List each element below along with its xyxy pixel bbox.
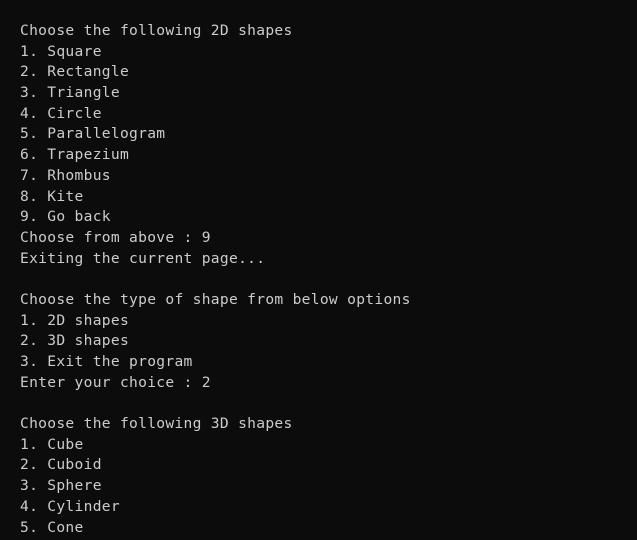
output-line: 3. Exit the program bbox=[20, 353, 193, 370]
output-line: 5. Cone bbox=[20, 518, 84, 536]
output-line: 6. Trapezium bbox=[20, 146, 130, 164]
input-prompt-line: Enter your choice : 2 bbox=[20, 373, 211, 391]
output-line: Exiting the current page... bbox=[20, 249, 266, 267]
input-prompt-line: Choose from above : 9 bbox=[20, 228, 211, 246]
output-line: 5. Parallelogram bbox=[20, 125, 166, 143]
output-line: 4. Cylinder bbox=[20, 497, 120, 515]
output-line: Choose the type of shape from below opti… bbox=[20, 290, 411, 308]
output-line: 9. Go back bbox=[20, 208, 111, 226]
output-line: Choose the following 2D shapes bbox=[20, 22, 293, 39]
output-line: 1. Square bbox=[20, 42, 102, 60]
output-line: 7. Rhombus bbox=[20, 166, 111, 184]
output-line: 4. Circle bbox=[20, 104, 102, 122]
output-line: 3. Triangle bbox=[20, 84, 120, 102]
output-line: 2. 3D shapes bbox=[20, 332, 130, 350]
output-line: Choose the following 3D shapes bbox=[20, 415, 293, 433]
output-line: 2. Cuboid bbox=[20, 456, 102, 474]
output-line: 3. Sphere bbox=[20, 477, 102, 495]
console-output: Choose the following 2D shapes 1. Square… bbox=[0, 0, 637, 540]
output-line: 8. Kite bbox=[20, 187, 84, 205]
output-line: 2. Rectangle bbox=[20, 63, 130, 81]
output-line: 1. Cube bbox=[20, 435, 84, 453]
output-line: 1. 2D shapes bbox=[20, 311, 130, 329]
